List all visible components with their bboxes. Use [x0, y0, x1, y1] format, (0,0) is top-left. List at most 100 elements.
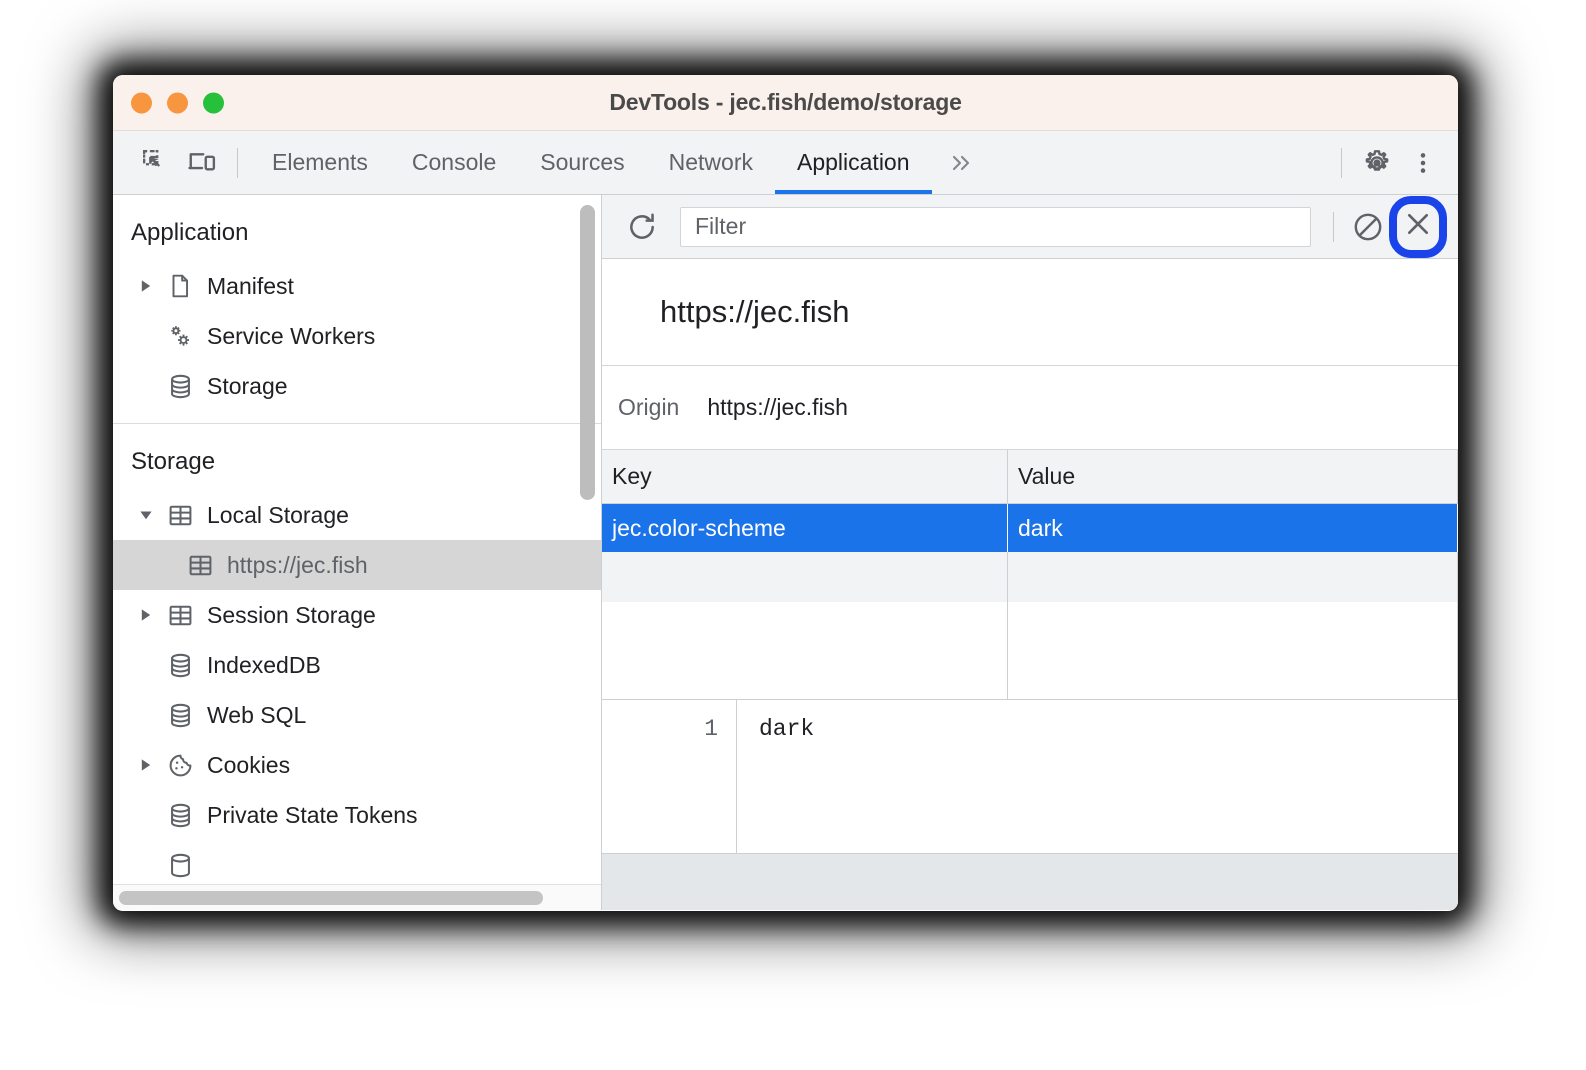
sidebar-horizontal-scrollbar[interactable]: [113, 884, 602, 910]
window-controls: [131, 92, 224, 113]
sidebar-section-storage: Storage Local Storage: [113, 424, 601, 890]
cell-key-empty[interactable]: [602, 552, 1008, 602]
tab-label: Application: [797, 149, 910, 176]
table-icon: [161, 502, 199, 529]
database-icon: [161, 652, 199, 679]
sidebar-item-label: https://jec.fish: [227, 552, 368, 579]
sidebar-item-storage[interactable]: Storage: [113, 361, 601, 411]
table-header-row: Key Value: [602, 450, 1458, 504]
sidebar-vertical-scrollbar[interactable]: [580, 205, 595, 500]
tabbar-right-actions: [1329, 140, 1446, 186]
sidebar-item-label: Manifest: [207, 273, 294, 300]
sidebar-item-manifest[interactable]: Manifest: [113, 261, 601, 311]
sidebar-item-label: Cookies: [207, 752, 290, 779]
storage-toolbar: Filter: [602, 195, 1458, 259]
database-icon: [161, 373, 199, 400]
column-header-key[interactable]: Key: [602, 450, 1008, 503]
origin-heading: https://jec.fish: [602, 259, 1458, 366]
gears-icon: [161, 322, 199, 350]
tab-label: Elements: [272, 149, 368, 176]
tab-elements[interactable]: Elements: [250, 131, 390, 194]
origin-label: Origin: [618, 394, 679, 421]
sidebar-item-service-workers[interactable]: Service Workers: [113, 311, 601, 361]
tab-label: Sources: [540, 149, 624, 176]
table-row[interactable]: jec.color-scheme dark: [602, 504, 1458, 552]
toolbar-divider-right: [1341, 148, 1342, 178]
screenshot-root: DevTools - jec.fish/demo/storage: [0, 0, 1586, 1070]
origin-value: https://jec.fish: [707, 394, 848, 421]
window-title: DevTools - jec.fish/demo/storage: [113, 89, 1458, 116]
tab-application[interactable]: Application: [775, 131, 932, 194]
chevron-right-icon[interactable]: [131, 758, 161, 772]
more-options-icon[interactable]: [1400, 140, 1446, 186]
document-icon: [161, 273, 199, 299]
sidebar-section-title: Storage: [113, 424, 601, 490]
cell-key[interactable]: jec.color-scheme: [602, 504, 1008, 552]
origin-row: Origin https://jec.fish: [602, 366, 1458, 450]
more-tabs-icon[interactable]: [932, 151, 990, 175]
sidebar-item-label: Service Workers: [207, 323, 375, 350]
sidebar-item-partial-clipped[interactable]: [113, 840, 601, 890]
sidebar-item-cookies[interactable]: Cookies: [113, 740, 601, 790]
device-toolbar-icon[interactable]: [179, 140, 225, 186]
sidebar-item-indexeddb[interactable]: IndexedDB: [113, 640, 601, 690]
sidebar-item-label: Private State Tokens: [207, 802, 418, 829]
storage-main-panel: Filter: [602, 195, 1458, 910]
close-button[interactable]: [131, 92, 152, 113]
maximize-button[interactable]: [203, 92, 224, 113]
toolbar-divider: [1333, 212, 1334, 242]
chevron-right-icon[interactable]: [131, 608, 161, 622]
cookie-icon: [161, 752, 199, 779]
refresh-icon[interactable]: [618, 203, 666, 251]
database-icon: [161, 802, 199, 829]
settings-gear-icon[interactable]: [1354, 140, 1400, 186]
tab-sources[interactable]: Sources: [518, 131, 646, 194]
devtools-body: Application Manifest: [113, 195, 1458, 910]
database-icon: [161, 702, 199, 729]
sidebar-item-label: IndexedDB: [207, 652, 321, 679]
tab-label: Network: [669, 149, 753, 176]
sidebar-item-local-storage[interactable]: Local Storage: [113, 490, 601, 540]
sidebar-item-web-sql[interactable]: Web SQL: [113, 690, 601, 740]
sidebar-item-label: Web SQL: [207, 702, 306, 729]
chevron-down-icon[interactable]: [131, 508, 161, 522]
table-icon: [161, 602, 199, 629]
cell-value[interactable]: dark: [1008, 504, 1458, 552]
sidebar-item-label: Storage: [207, 373, 288, 400]
close-icon: [1402, 208, 1434, 245]
sidebar-item-session-storage[interactable]: Session Storage: [113, 590, 601, 640]
table-row-empty[interactable]: [602, 552, 1458, 602]
window-titlebar: DevTools - jec.fish/demo/storage: [113, 75, 1458, 131]
filter-placeholder: Filter: [695, 213, 746, 240]
tab-label: Console: [412, 149, 496, 176]
table-icon: [181, 552, 219, 579]
sidebar-section-application: Application Manifest: [113, 195, 601, 424]
minimize-button[interactable]: [167, 92, 188, 113]
sidebar-item-label: Session Storage: [207, 602, 376, 629]
filter-input[interactable]: Filter: [680, 207, 1311, 247]
tab-network[interactable]: Network: [647, 131, 775, 194]
storage-table: Key Value jec.color-scheme dark: [602, 450, 1458, 700]
chevron-right-icon[interactable]: [131, 279, 161, 293]
sidebar-item-private-state-tokens[interactable]: Private State Tokens: [113, 790, 601, 840]
database-icon: [161, 852, 199, 879]
filler-key: [602, 602, 1008, 699]
sidebar-item-jec-fish-origin[interactable]: https://jec.fish: [113, 540, 601, 590]
devtools-window: DevTools - jec.fish/demo/storage: [113, 75, 1458, 911]
inspect-element-icon[interactable]: [133, 140, 179, 186]
scrollbar-thumb[interactable]: [119, 891, 543, 905]
devtools-tabbar: Elements Console Sources Network Applica…: [113, 131, 1458, 195]
filler-value: [1008, 602, 1458, 699]
tab-console[interactable]: Console: [390, 131, 518, 194]
column-header-value[interactable]: Value: [1008, 450, 1458, 503]
sidebar-section-title: Application: [113, 195, 601, 261]
delete-selected-button[interactable]: [1392, 195, 1444, 259]
clear-filter-icon[interactable]: [1344, 203, 1392, 251]
sidebar-item-label: Local Storage: [207, 502, 349, 529]
panel-tabs: Elements Console Sources Network Applica…: [250, 131, 932, 194]
cell-value-empty[interactable]: [1008, 552, 1458, 602]
status-strip: [602, 853, 1458, 910]
toolbar-divider: [237, 148, 238, 178]
table-filler: [602, 602, 1458, 699]
application-sidebar: Application Manifest: [113, 195, 602, 910]
